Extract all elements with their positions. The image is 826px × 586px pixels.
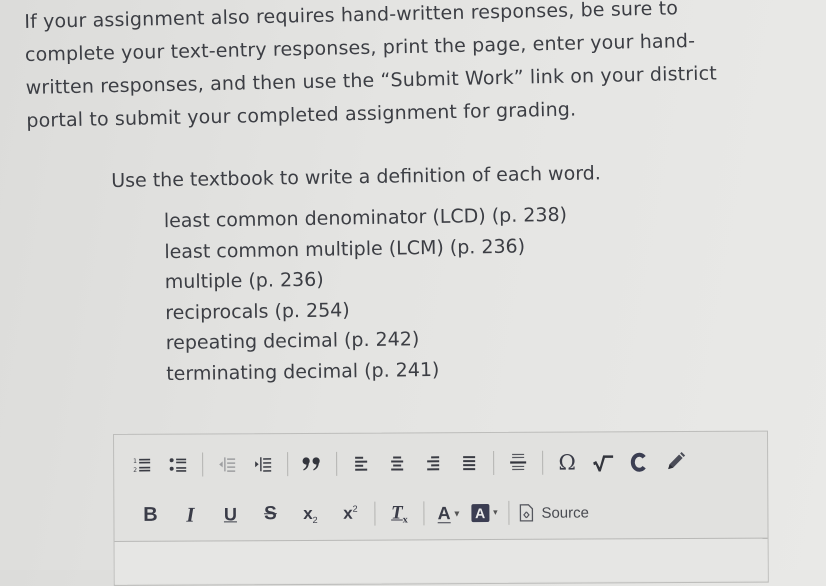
- align-right-button[interactable]: [419, 449, 447, 477]
- math-button[interactable]: [589, 448, 617, 476]
- bulleted-list-icon: [169, 458, 187, 472]
- underline-button[interactable]: U: [216, 500, 244, 528]
- background-color-button[interactable]: A ▾: [470, 499, 498, 527]
- align-center-button[interactable]: [383, 449, 411, 477]
- align-justify-icon: [463, 456, 476, 471]
- underline-icon: U: [223, 503, 237, 524]
- align-justify-button[interactable]: [455, 449, 483, 477]
- editor-toolbar: 1 2 Ω B I U S x2 x2 Tx A ▾ A ▾ Source: [114, 431, 768, 542]
- blockquote-button[interactable]: [298, 450, 326, 478]
- superscript-icon: x2: [343, 503, 358, 523]
- numbered-list-icon: 1 2: [133, 458, 151, 474]
- editor-content-area[interactable]: [114, 538, 768, 584]
- numbered-list-button[interactable]: 1 2: [128, 451, 156, 479]
- strikethrough-button[interactable]: S: [256, 500, 284, 528]
- horizontal-line-button[interactable]: [504, 449, 532, 477]
- toolbar-row-formatting: B I U S x2 x2 Tx A ▾ A ▾ Source: [132, 496, 593, 530]
- omega-icon: Ω: [558, 450, 576, 475]
- toolbar-separator: [423, 501, 425, 526]
- draw-button[interactable]: [661, 448, 689, 476]
- rich-text-editor: 1 2 Ω B I U S x2 x2 Tx A ▾ A ▾ Source: [113, 430, 769, 586]
- toolbar-row-paragraph: 1 2 Ω: [124, 446, 693, 481]
- decrease-indent-button[interactable]: [213, 450, 241, 478]
- superscript-button[interactable]: x2: [336, 500, 364, 528]
- italic-button[interactable]: I: [176, 501, 204, 529]
- toolbar-separator: [336, 451, 338, 476]
- svg-text:2: 2: [133, 467, 137, 474]
- remove-format-button[interactable]: Tx: [385, 499, 413, 527]
- align-left-button[interactable]: [347, 450, 375, 478]
- remove-format-icon: Tx: [391, 501, 408, 525]
- source-label: Source: [541, 504, 589, 522]
- toolbar-separator: [493, 451, 495, 476]
- strikethrough-icon: S: [264, 503, 277, 525]
- toolbar-separator: [374, 501, 376, 526]
- source-document-icon: [519, 504, 534, 522]
- square-root-icon: [593, 455, 614, 472]
- vocabulary-term: terminating decimal (p. 241): [166, 358, 440, 385]
- align-center-icon: [391, 456, 404, 471]
- align-left-icon: [355, 456, 368, 471]
- bulleted-list-button[interactable]: [164, 451, 192, 479]
- c-icon: [630, 452, 646, 472]
- toolbar-separator: [287, 452, 289, 477]
- instructions-lead: Use the textbook to write a definition o…: [111, 162, 601, 192]
- assignment-intro: If your assignment also requires hand-wr…: [24, 0, 826, 138]
- toolbar-separator: [508, 500, 510, 525]
- toolbar-separator: [542, 450, 544, 475]
- indent-icon: [255, 457, 272, 472]
- horizontal-rule-icon: [510, 453, 527, 471]
- outdent-icon: [219, 457, 236, 472]
- pencil-icon: [668, 452, 686, 470]
- dropdown-caret-icon: ▾: [454, 507, 460, 518]
- vocabulary-instructions: Use the textbook to write a definition o…: [111, 159, 604, 390]
- text-color-button[interactable]: A ▾: [434, 499, 462, 527]
- bold-button[interactable]: B: [136, 501, 164, 529]
- dropdown-caret-icon: ▾: [493, 507, 498, 519]
- bold-icon: B: [143, 503, 158, 526]
- special-character-button[interactable]: Ω: [553, 449, 581, 477]
- subscript-icon: x2: [303, 503, 318, 525]
- subscript-button[interactable]: x2: [296, 500, 324, 528]
- background-color-icon: A: [471, 504, 490, 523]
- svg-text:1: 1: [133, 458, 137, 465]
- vocabulary-list: least common denominator (LCD) (p. 238) …: [112, 199, 604, 390]
- increase-indent-button[interactable]: [249, 450, 277, 478]
- chemistry-button[interactable]: [625, 448, 653, 476]
- toolbar-separator: [202, 452, 204, 477]
- align-right-icon: [427, 456, 440, 471]
- source-button[interactable]: Source: [519, 499, 589, 527]
- text-color-icon: A: [437, 502, 451, 523]
- quote-icon: [302, 457, 320, 471]
- italic-icon: I: [186, 502, 195, 527]
